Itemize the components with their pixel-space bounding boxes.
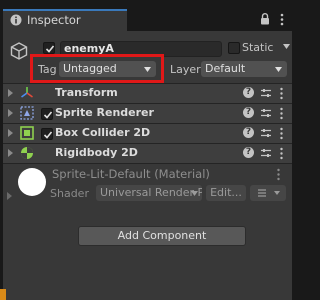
static-label: Static bbox=[242, 41, 274, 54]
checkmark-icon bbox=[45, 45, 55, 53]
help-icon[interactable]: ? bbox=[243, 107, 254, 118]
gameobject-cube-icon bbox=[10, 42, 28, 60]
shader-dropdown[interactable]: Universal Render P bbox=[96, 185, 202, 201]
lock-icon[interactable] bbox=[260, 13, 270, 25]
chevron-down-icon bbox=[275, 67, 282, 72]
material-preview bbox=[18, 168, 46, 196]
add-component-button[interactable]: Add Component bbox=[78, 226, 246, 246]
tab-label: Inspector bbox=[27, 13, 81, 27]
transform-icon bbox=[21, 87, 33, 98]
tag-highlight-box bbox=[30, 54, 164, 83]
sprite-renderer-icon bbox=[20, 106, 34, 120]
component-name: Transform bbox=[55, 86, 118, 99]
preset-icon[interactable] bbox=[260, 107, 272, 119]
chevron-down-icon bbox=[191, 191, 198, 196]
help-icon[interactable]: ? bbox=[243, 87, 254, 98]
component-name: Rigidbody 2D bbox=[55, 146, 138, 159]
rigidbody-2d-icon bbox=[21, 147, 33, 159]
static-checkbox[interactable] bbox=[228, 42, 240, 54]
component-row-transform[interactable]: Transform ? bbox=[3, 84, 292, 103]
foldout-arrow-icon[interactable] bbox=[7, 192, 12, 200]
component-name: Sprite Renderer bbox=[55, 106, 154, 119]
context-menu-icon[interactable] bbox=[280, 127, 283, 140]
static-dropdown-arrow-icon[interactable] bbox=[283, 44, 290, 49]
enabled-checkbox[interactable] bbox=[41, 128, 53, 140]
component-row-sprite-renderer[interactable]: Sprite Renderer ? bbox=[3, 104, 292, 123]
preset-icon[interactable] bbox=[260, 87, 272, 99]
checkmark-icon bbox=[43, 111, 53, 119]
divider bbox=[3, 163, 292, 164]
tab-inspector[interactable]: Inspector bbox=[3, 9, 127, 31]
help-icon[interactable]: ? bbox=[243, 147, 254, 158]
edit-shader-button[interactable]: Edit... bbox=[206, 185, 246, 201]
layer-value: Default bbox=[205, 62, 246, 75]
checkmark-icon bbox=[43, 131, 53, 139]
component-row-box-collider-2d[interactable]: Box Collider 2D ? bbox=[3, 124, 292, 143]
component-name: Box Collider 2D bbox=[55, 126, 151, 139]
list-icon bbox=[258, 189, 266, 197]
layer-dropdown[interactable]: Default bbox=[201, 61, 287, 77]
context-menu-icon[interactable] bbox=[280, 87, 283, 100]
enabled-checkbox[interactable] bbox=[41, 108, 53, 120]
window-edge bbox=[0, 289, 6, 300]
context-menu-icon[interactable] bbox=[280, 147, 283, 160]
info-icon bbox=[10, 14, 22, 26]
foldout-arrow-icon[interactable] bbox=[8, 109, 13, 117]
tab-menu-icon[interactable] bbox=[280, 13, 284, 26]
component-row-rigidbody-2d[interactable]: Rigidbody 2D ? bbox=[3, 144, 292, 163]
foldout-arrow-icon[interactable] bbox=[8, 149, 13, 157]
context-menu-icon[interactable] bbox=[277, 168, 280, 181]
material-list-button[interactable] bbox=[250, 185, 286, 201]
shader-label: Shader bbox=[50, 187, 89, 200]
preset-icon[interactable] bbox=[260, 127, 272, 139]
context-menu-icon[interactable] bbox=[280, 107, 283, 120]
layer-label: Layer bbox=[170, 63, 201, 76]
foldout-arrow-icon[interactable] bbox=[8, 89, 13, 97]
box-collider-2d-icon bbox=[20, 126, 34, 140]
active-checkbox[interactable] bbox=[43, 42, 55, 54]
material-name: Sprite-Lit-Default (Material) bbox=[52, 167, 210, 181]
help-icon[interactable]: ? bbox=[243, 127, 254, 138]
foldout-arrow-icon[interactable] bbox=[8, 129, 13, 137]
shader-value: Universal Render P bbox=[100, 186, 202, 199]
chevron-down-icon bbox=[274, 191, 280, 195]
preset-icon[interactable] bbox=[260, 147, 272, 159]
